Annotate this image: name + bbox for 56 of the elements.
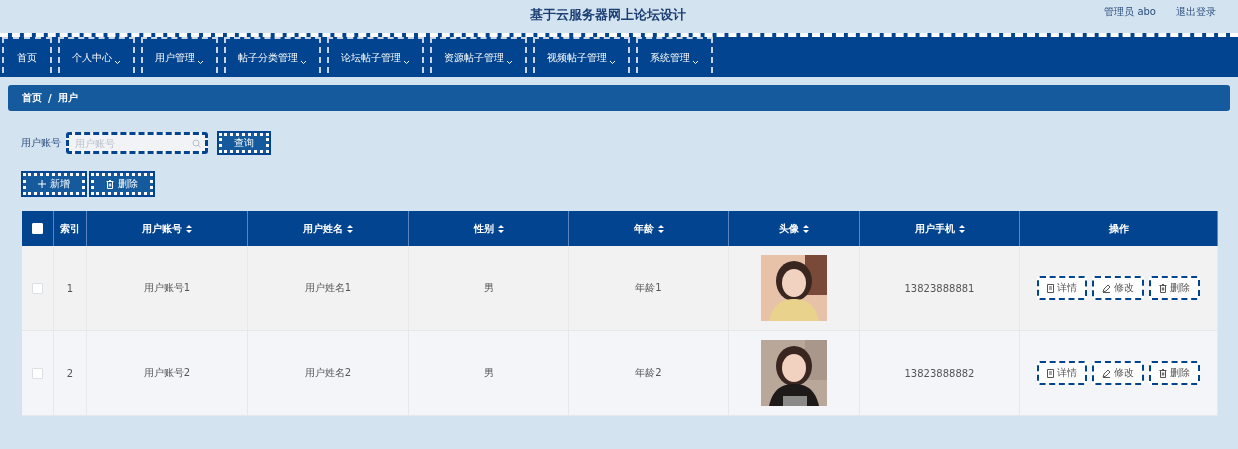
column-header[interactable]: 头像: [729, 211, 860, 246]
table-cell: 用户账号1: [87, 246, 248, 331]
nav-item[interactable]: 视频帖子管理: [533, 37, 630, 73]
field-label: 用户账号: [21, 136, 61, 150]
table-cell: 用户姓名1: [248, 246, 409, 331]
table-cell: 男: [409, 246, 569, 331]
column-header[interactable]: 年龄: [569, 211, 729, 246]
trash-icon: [1159, 283, 1167, 293]
column-header[interactable]: 用户手机: [860, 211, 1020, 246]
row-checkbox[interactable]: [32, 367, 43, 379]
nav-item[interactable]: 用户管理: [141, 37, 218, 73]
delete-button[interactable]: 删除: [1149, 361, 1200, 385]
table-cell: 年龄2: [569, 331, 729, 416]
trash-icon: [106, 179, 114, 189]
breadcrumb-separator: /: [48, 92, 52, 104]
table-cell: 年龄1: [569, 246, 729, 331]
search-icon: [192, 139, 201, 148]
logout-link[interactable]: 退出登录: [1176, 5, 1216, 19]
table-cell: 2: [54, 331, 87, 416]
column-header: 操作: [1020, 211, 1218, 246]
detail-button[interactable]: 详情: [1037, 361, 1087, 385]
column-header[interactable]: 性别: [409, 211, 569, 246]
select-all-checkbox[interactable]: [32, 223, 43, 234]
add-button[interactable]: 新增: [23, 173, 85, 195]
delete-button[interactable]: 删除: [1149, 276, 1200, 300]
nav-item[interactable]: 帖子分类管理: [224, 37, 321, 73]
table-cell: 1: [54, 246, 87, 331]
nav-item[interactable]: 资源帖子管理: [430, 37, 527, 73]
row-checkbox[interactable]: [32, 282, 43, 294]
table-cell: 用户账号2: [87, 331, 248, 416]
site-title: 基于云服务器网上论坛设计: [530, 6, 686, 24]
trash-icon: [1159, 368, 1167, 378]
table-cell: 用户姓名2: [248, 331, 409, 416]
nav-item[interactable]: 论坛帖子管理: [327, 37, 424, 73]
edit-button[interactable]: 修改: [1092, 361, 1144, 385]
delete-button[interactable]: 删除: [91, 173, 153, 195]
breadcrumb-item[interactable]: 首页: [22, 91, 42, 105]
pencil-icon: [1102, 368, 1111, 378]
column-header[interactable]: 用户账号: [87, 211, 248, 246]
search-button[interactable]: 查询: [219, 133, 269, 153]
table-cell: 13823888881: [860, 246, 1020, 331]
column-header[interactable]: 用户姓名: [248, 211, 409, 246]
nav-item[interactable]: 系统管理: [636, 37, 713, 73]
plus-icon: [38, 180, 46, 188]
document-icon: [1047, 283, 1054, 293]
table-cell: 男: [409, 331, 569, 416]
pencil-icon: [1102, 283, 1111, 293]
edit-button[interactable]: 修改: [1092, 276, 1144, 300]
user-link[interactable]: 管理员 abo: [1104, 5, 1156, 19]
column-header: 索引: [54, 211, 87, 246]
nav-item[interactable]: 个人中心: [58, 37, 135, 73]
document-icon: [1047, 368, 1054, 378]
breadcrumb-item: 用户: [57, 91, 78, 105]
table-cell: 13823888882: [860, 331, 1020, 416]
detail-button[interactable]: 详情: [1037, 276, 1087, 300]
nav-item[interactable]: 首页: [2, 37, 52, 73]
